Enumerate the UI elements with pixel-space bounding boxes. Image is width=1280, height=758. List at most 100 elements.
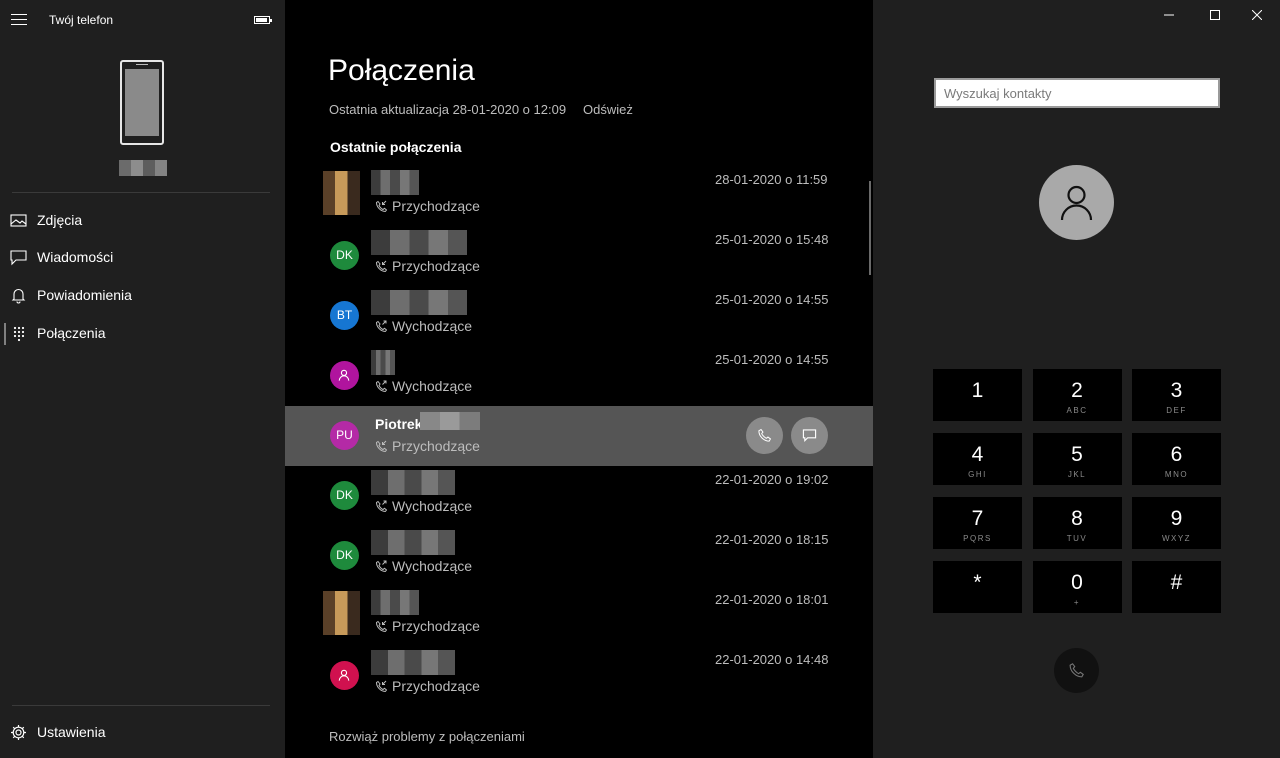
close-button[interactable] <box>1234 0 1280 32</box>
divider <box>12 192 270 193</box>
maximize-button[interactable] <box>1192 0 1238 32</box>
call-row[interactable]: DK Wychodzące 22-01-2020 o 19:02 <box>285 466 873 526</box>
dialpad-key[interactable]: # <box>1132 561 1221 613</box>
dialpad-key[interactable]: 6 MNO <box>1132 433 1221 485</box>
minimize-button[interactable] <box>1146 0 1192 32</box>
key-digit: 1 <box>971 379 984 402</box>
call-time: 28-01-2020 o 11:59 <box>715 172 828 187</box>
call-back-button[interactable] <box>746 417 783 454</box>
refresh-link[interactable]: Odśwież <box>583 102 633 117</box>
call-type-label: Przychodzące <box>392 678 480 694</box>
call-row[interactable]: Przychodzące 22-01-2020 o 14:48 <box>285 646 873 706</box>
hamburger-menu-icon[interactable] <box>11 14 27 26</box>
nav-item-photos[interactable]: Zdjęcia <box>0 204 285 236</box>
avatar-initials: BT <box>336 308 353 322</box>
key-letters: WXYZ <box>1161 534 1192 543</box>
contact-name: Piotrek <box>375 416 423 432</box>
dialpad-key[interactable]: 3 DEF <box>1132 369 1221 421</box>
key-letters: DEF <box>1166 406 1187 415</box>
person-icon <box>338 369 350 381</box>
search-contacts-input[interactable] <box>934 78 1220 108</box>
nav-label: Zdjęcia <box>37 212 83 228</box>
key-digit: 6 <box>1170 443 1183 466</box>
dialpad-key[interactable]: 4 GHI <box>933 433 1022 485</box>
key-letters: GHI <box>968 470 987 479</box>
phone-icon <box>1069 663 1084 678</box>
dialpad-key[interactable]: 2 ABC <box>1032 369 1122 421</box>
divider <box>12 705 270 706</box>
key-digit: 4 <box>971 443 984 466</box>
key-digit: # <box>1170 571 1183 594</box>
call-row[interactable]: BT Wychodzące 25-01-2020 o 14:55 <box>285 286 873 346</box>
avatar: DK <box>330 241 359 270</box>
call-row[interactable]: PU Piotrek Przychodzące <box>285 406 873 466</box>
call-row[interactable]: DK Wychodzące 22-01-2020 o 18:15 <box>285 526 873 586</box>
dialer-panel: 1 2ABC3DEF 4 GHI 5JKL 6 MNO 7PQRS8TUV 9 WXYZ *0+ # <box>873 0 1280 758</box>
call-row[interactable]: Przychodzące 28-01-2020 o 11:59 <box>285 166 873 226</box>
send-message-button[interactable] <box>791 417 828 454</box>
call-type-label: Wychodzące <box>392 318 473 334</box>
call-time: 22-01-2020 o 19:02 <box>715 472 829 487</box>
avatar-initials: PU <box>336 428 353 442</box>
dialpad-key[interactable]: 5 JKL <box>1032 433 1122 485</box>
key-digit: 9 <box>1170 507 1183 530</box>
nav-item-messages[interactable]: Wiadomości <box>0 241 285 273</box>
call-type-label: Wychodzące <box>392 498 473 514</box>
contact-name-redacted <box>371 350 395 375</box>
nav-item-settings[interactable]: Ustawienia <box>0 716 285 748</box>
call-time: 22-01-2020 o 18:01 <box>715 592 829 607</box>
call-row[interactable]: DK Przychodzące 25-01-2020 o 15:48 <box>285 226 873 286</box>
incoming-call-icon <box>375 260 387 272</box>
dialpad-key[interactable]: 0 + <box>1032 561 1122 613</box>
nav-item-calls[interactable]: Połączenia <box>0 317 285 349</box>
contact-name-redacted <box>371 230 467 255</box>
key-digit: 7 <box>971 507 984 530</box>
call-row[interactable]: Przychodzące 22-01-2020 o 18:01 <box>285 586 873 646</box>
phone-illustration <box>120 60 164 145</box>
person-icon <box>1060 185 1093 221</box>
dialpad-key[interactable]: 7 PQRS <box>933 497 1022 549</box>
contact-name-redacted <box>371 650 455 675</box>
key-letters: ABC <box>1066 406 1088 415</box>
settings-label: Ustawienia <box>37 724 106 740</box>
close-icon <box>1252 10 1262 20</box>
call-time: 25-01-2020 o 14:55 <box>715 292 829 307</box>
call-row[interactable]: Wychodzące 25-01-2020 o 14:55 <box>285 346 873 406</box>
photos-icon <box>10 214 27 227</box>
dialpad-key[interactable]: * <box>933 561 1022 613</box>
call-type-label: Przychodzące <box>392 618 480 634</box>
maximize-icon <box>1210 10 1220 20</box>
contact-name-redacted <box>371 530 455 555</box>
gear-icon <box>11 725 26 740</box>
bell-icon <box>11 288 26 304</box>
contact-name-redacted <box>371 590 419 615</box>
call-time: 22-01-2020 o 14:48 <box>715 652 829 667</box>
call-type-label: Przychodzące <box>392 438 480 454</box>
dialpad-key[interactable]: 8 TUV <box>1032 497 1122 549</box>
key-digit: 0 <box>1071 571 1083 594</box>
nav-item-notifications[interactable]: Powiadomienia <box>0 279 285 311</box>
minimize-icon <box>1164 14 1174 16</box>
dialpad-key[interactable]: 1 <box>933 369 1022 421</box>
call-time: 22-01-2020 o 18:15 <box>715 532 829 547</box>
nav-label: Połączenia <box>37 325 106 341</box>
outgoing-call-icon <box>375 500 387 512</box>
avatar <box>330 361 359 390</box>
nav-label: Powiadomienia <box>37 287 132 303</box>
call-button[interactable] <box>1054 648 1099 693</box>
phone-icon <box>758 428 772 442</box>
app-title: Twój telefon <box>49 13 114 27</box>
avatar-photo <box>323 591 360 635</box>
outgoing-call-icon <box>375 380 387 392</box>
dialpad-key[interactable]: 9 WXYZ <box>1132 497 1221 549</box>
avatar: BT <box>330 301 359 330</box>
avatar: PU <box>330 421 359 450</box>
incoming-call-icon <box>375 620 387 632</box>
call-type-label: Przychodzące <box>392 198 480 214</box>
troubleshoot-link[interactable]: Rozwiąż problemy z połączeniami <box>329 729 525 744</box>
incoming-call-icon <box>375 680 387 692</box>
key-letters: MNO <box>1164 470 1189 479</box>
call-type-label: Przychodzące <box>392 258 480 274</box>
call-time: 25-01-2020 o 14:55 <box>715 352 829 367</box>
avatar <box>330 661 359 690</box>
